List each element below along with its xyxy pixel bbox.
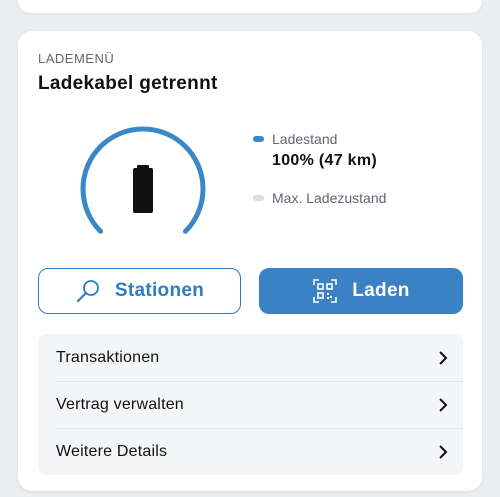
menu-item-label: Weitere Details [56,442,168,460]
section-label: LADEMENÜ [38,51,115,66]
previous-card [18,0,482,13]
menu-list: Transaktionen Vertrag verwalten Weitere … [38,334,463,475]
battery-icon [133,165,153,213]
menu-item-label: Vertrag verwalten [56,395,184,413]
chevron-right-icon [439,444,448,459]
max-charge-label: Max. Ladezustand [272,190,387,206]
charge-legend-label: Ladestand [272,131,338,147]
qr-scan-icon [313,279,338,303]
chevron-right-icon [439,397,448,412]
charge-button-label: Laden [352,280,410,301]
search-icon [76,280,99,303]
charge-gauge [80,126,206,234]
stations-button-label: Stationen [114,280,205,301]
chevron-right-icon [439,350,448,365]
menu-item-manage-contract[interactable]: Vertrag verwalten [38,381,463,428]
charging-menu-card: LADEMENÜ Ladekabel getrennt Ladestand 10… [18,31,482,491]
menu-item-more-details[interactable]: Weitere Details [38,428,463,475]
stations-button[interactable]: Stationen [38,268,241,314]
max-legend-dot [253,195,264,201]
charge-legend-dot [253,136,264,142]
charge-value: 100% (47 km) [272,152,377,169]
charge-button[interactable]: Laden [259,268,463,314]
menu-item-label: Transaktionen [56,348,160,366]
menu-item-transactions[interactable]: Transaktionen [38,334,463,381]
cable-status-title: Ladekabel getrennt [38,73,218,94]
